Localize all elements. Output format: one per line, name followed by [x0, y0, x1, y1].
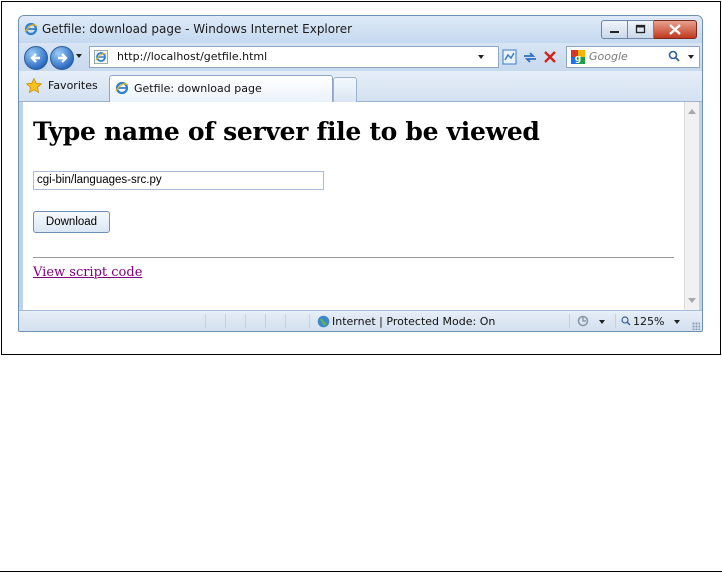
globe-icon	[317, 315, 330, 328]
status-divider	[225, 314, 226, 328]
minimize-button[interactable]	[601, 20, 628, 39]
resize-grip[interactable]	[692, 322, 700, 330]
navigation-bar: http://localhost/getfile.html g Google	[19, 43, 702, 71]
refresh-icon	[524, 52, 536, 63]
refresh-button[interactable]	[519, 46, 541, 68]
window-title: Getfile: download page - Windows Interne…	[42, 22, 353, 36]
back-arrow-icon	[30, 53, 40, 63]
horizontal-rule	[33, 257, 674, 258]
url-text: http://localhost/getfile.html	[117, 50, 268, 63]
zoom-icon	[621, 316, 631, 326]
browser-window: Getfile: download page - Windows Interne…	[18, 15, 703, 332]
tab-getfile[interactable]: Getfile: download page	[109, 75, 333, 102]
recent-pages-dropdown[interactable]	[76, 54, 82, 58]
status-divider	[245, 314, 246, 328]
status-divider	[309, 314, 310, 328]
status-divider	[285, 314, 286, 328]
maximize-icon	[635, 24, 646, 34]
zoom-dropdown[interactable]	[674, 320, 680, 324]
minimize-icon	[610, 31, 619, 33]
back-button[interactable]	[24, 46, 48, 70]
search-icon[interactable]	[667, 49, 681, 66]
tab-label: Getfile: download page	[134, 82, 262, 95]
page-heading: Type name of server file to be viewed	[33, 117, 540, 146]
search-box[interactable]: g Google	[566, 46, 700, 68]
search-placeholder: Google	[589, 50, 628, 63]
window-controls	[601, 20, 697, 39]
zoom-level: 125%	[633, 315, 665, 328]
scroll-down-arrow-icon[interactable]	[688, 298, 696, 303]
status-divider	[205, 314, 206, 328]
address-dropdown[interactable]	[478, 55, 484, 59]
title-bar: Getfile: download page - Windows Interne…	[19, 16, 702, 43]
star-icon	[25, 77, 43, 94]
svg-text:g: g	[575, 54, 581, 64]
status-divider	[265, 314, 266, 328]
forward-button[interactable]	[50, 46, 74, 70]
download-button[interactable]: Download	[33, 211, 110, 233]
ie-page-icon	[94, 50, 108, 67]
search-options-dropdown[interactable]	[688, 55, 694, 59]
status-bar: Internet | Protected Mode: On 125%	[19, 310, 702, 331]
new-tab-button[interactable]	[333, 77, 357, 102]
scroll-up-arrow-icon[interactable]	[688, 109, 696, 114]
ie-tab-icon	[115, 81, 129, 95]
address-bar[interactable]: http://localhost/getfile.html	[89, 46, 499, 68]
google-icon: g	[571, 50, 585, 64]
view-script-code-link[interactable]: View script code	[33, 265, 142, 280]
security-zone-label: Internet | Protected Mode: On	[332, 315, 496, 328]
close-window-button[interactable]	[654, 20, 697, 39]
ie-icon	[24, 22, 38, 36]
compatibility-view-button[interactable]	[499, 46, 521, 68]
page-content: Type name of server file to be viewed cg…	[23, 102, 684, 310]
forward-arrow-icon	[58, 53, 68, 63]
popup-status-icon[interactable]	[577, 314, 593, 331]
stop-button[interactable]	[539, 46, 561, 68]
close-icon	[669, 24, 681, 35]
status-divider	[615, 314, 616, 328]
status-divider	[569, 314, 570, 328]
vertical-scrollbar[interactable]	[684, 102, 699, 310]
favorites-bar: Favorites Getfile: download page	[19, 71, 702, 102]
bottom-rule	[0, 571, 722, 572]
status-dropdown[interactable]	[599, 320, 605, 324]
stop-icon	[544, 51, 556, 63]
filename-input[interactable]: cgi-bin/languages-src.py	[33, 171, 324, 190]
maximize-button[interactable]	[628, 20, 654, 39]
favorites-label: Favorites	[48, 79, 98, 92]
compatibility-view-icon	[502, 49, 517, 65]
